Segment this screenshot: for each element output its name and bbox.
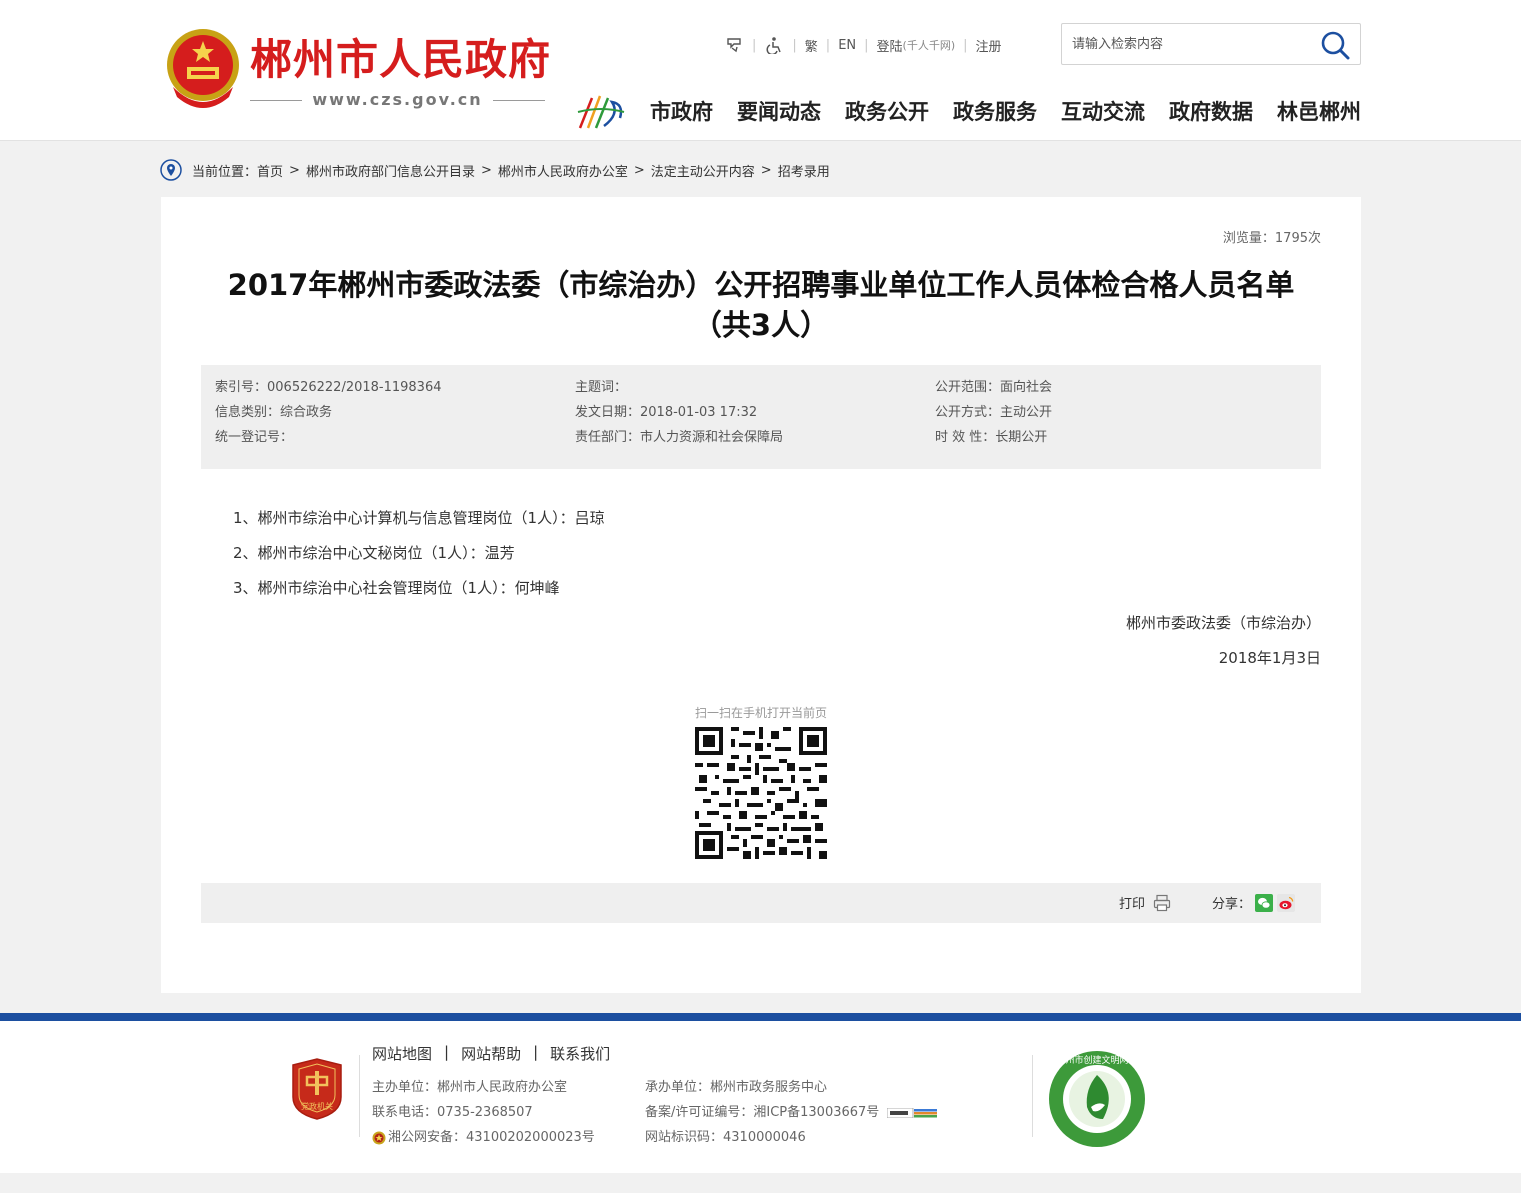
site-footer: 党政机关 网站地图 | 网站帮助 | 联系我们 主办单位：郴州市人民政府办公室 … bbox=[0, 1021, 1521, 1173]
meta-subject: 主题词： bbox=[575, 380, 628, 395]
list-item: 2、郴州市综治中心文秘岗位（1人）：温芳 bbox=[233, 544, 515, 562]
meta-validity: 时 效 性：长期公开 bbox=[935, 430, 1048, 445]
top-toolbar: | | 繁 | EN | 登陆 (千人千网) | 注册 bbox=[724, 34, 1002, 56]
footer-links: 网站地图 | 网站帮助 | 联系我们 bbox=[372, 1043, 610, 1064]
nav-item-interaction[interactable]: 互动交流 bbox=[1061, 96, 1145, 128]
login-note: (千人千网) bbox=[902, 39, 956, 52]
footer-link-separator: | bbox=[533, 1043, 539, 1061]
article-title: 2017年郴州市委政法委（市综治办）公开招聘事业单位工作人员体检合格人员名单 （… bbox=[201, 265, 1321, 345]
meta-info-category: 信息类别：综合政务 bbox=[215, 405, 333, 420]
wechat-icon[interactable] bbox=[1255, 893, 1273, 912]
nav-item-city-government[interactable]: 市政府 bbox=[650, 96, 713, 128]
nav-item-news[interactable]: 要闻动态 bbox=[737, 96, 821, 128]
breadcrumb-separator: > bbox=[633, 162, 645, 178]
meta-method: 公开方式：主动公开 bbox=[935, 405, 1053, 420]
article-title-line2: （共3人） bbox=[692, 308, 830, 342]
metadata-panel: 索引号：006526222/2018-1198364 信息类别：综合政务 统一登… bbox=[201, 365, 1321, 469]
signature-date: 2018年1月3日 bbox=[1218, 649, 1321, 667]
footer-info-right: 承办单位：郴州市政务服务中心 备案/许可证编号：湘ICP备13003667号 网… bbox=[645, 1075, 938, 1150]
article-body: 1、郴州市综治中心计算机与信息管理岗位（1人）：吕琼 2、郴州市综治中心文秘岗位… bbox=[233, 507, 605, 612]
breadcrumb: 当前位置： 首页 > 郴州市政府部门信息公开目录 > 郴州市人民政府办公室 > … bbox=[160, 158, 830, 182]
footer-divider bbox=[359, 1055, 360, 1137]
civilized-website-badge-icon[interactable]: 郴州市创建文明网站 bbox=[1047, 1049, 1147, 1149]
elder-mode-icon[interactable] bbox=[724, 35, 744, 55]
breadcrumb-separator: > bbox=[289, 162, 300, 178]
view-count: 浏览量：1795次 bbox=[1222, 231, 1321, 246]
meta-registration-no: 统一登记号： bbox=[215, 430, 294, 445]
nav-item-government-data[interactable]: 政府数据 bbox=[1169, 96, 1253, 128]
breadcrumb-separator: > bbox=[480, 162, 492, 178]
list-item: 1、郴州市综治中心计算机与信息管理岗位（1人）：吕琼 bbox=[233, 509, 605, 527]
main-nav: 市政府 要闻动态 政务公开 政务服务 互动交流 政府数据 林邑郴州 bbox=[650, 96, 1361, 128]
nav-item-government-services[interactable]: 政务服务 bbox=[953, 96, 1037, 128]
list-item: 3、郴州市综治中心社会管理岗位（1人）：何坤峰 bbox=[233, 579, 560, 597]
breadcrumb-office[interactable]: 郴州市人民政府办公室 bbox=[498, 161, 628, 180]
accessibility-icon[interactable] bbox=[764, 35, 784, 55]
footer-phone: 联系电话：0735-2368507 bbox=[372, 1105, 533, 1120]
breadcrumb-directory[interactable]: 郴州市政府部门信息公开目录 bbox=[306, 161, 475, 180]
footer-police[interactable]: 湘公网安备：43100202000023号 bbox=[388, 1125, 595, 1150]
signature-org: 郴州市委政法委（市综治办） bbox=[1125, 614, 1321, 632]
breadcrumb-label: 当前位置： bbox=[192, 164, 258, 180]
register-link[interactable]: 注册 bbox=[976, 36, 1002, 55]
breadcrumb-recruitment[interactable]: 招考录用 bbox=[778, 161, 830, 180]
cnzz-stat-icon[interactable] bbox=[887, 1107, 938, 1118]
share-bar: 打印 分享： bbox=[201, 883, 1321, 923]
nav-item-linyi-chenzhou[interactable]: 林邑郴州 bbox=[1277, 96, 1361, 128]
share-label: 分享： bbox=[1211, 897, 1251, 912]
police-emblem-icon bbox=[372, 1131, 386, 1144]
meta-index-no: 索引号：006526222/2018-1198364 bbox=[215, 380, 442, 395]
meta-department: 责任部门：市人力资源和社会保障局 bbox=[575, 430, 784, 445]
search-icon[interactable] bbox=[1320, 30, 1350, 60]
site-header: 郴州市人民政府 www.czs.gov.cn | | 繁 | EN | 登陆 (… bbox=[0, 0, 1521, 141]
badge-left-text: 党政机关 bbox=[301, 1101, 333, 1111]
footer-link-sitemap[interactable]: 网站地图 bbox=[372, 1043, 432, 1064]
article-title-line1: 2017年郴州市委政法委（市综治办）公开招聘事业单位工作人员体检合格人员名单 bbox=[227, 268, 1295, 302]
site-title[interactable]: 郴州市人民政府 bbox=[250, 34, 551, 86]
qr-code-icon bbox=[695, 727, 827, 859]
badge-right-text: 郴州市创建文明网站 bbox=[1056, 1054, 1137, 1066]
meta-scope: 公开范围：面向社会 bbox=[935, 380, 1053, 395]
search-input[interactable] bbox=[1072, 34, 1312, 54]
english-link[interactable]: EN bbox=[838, 38, 856, 53]
search-box bbox=[1061, 23, 1361, 65]
footer-site-id: 网站标识码：4310000046 bbox=[645, 1130, 806, 1145]
share-group: 分享： bbox=[1212, 893, 1295, 912]
breadcrumb-home[interactable]: 首页 bbox=[257, 161, 283, 180]
footer-accent-bar bbox=[0, 1013, 1521, 1021]
article-signature: 郴州市委政法委（市综治办） 2018年1月3日 bbox=[1126, 612, 1321, 682]
location-pin-icon bbox=[160, 159, 182, 181]
article-card: 浏览量：1795次 2017年郴州市委政法委（市综治办）公开招聘事业单位工作人员… bbox=[161, 197, 1361, 993]
footer-link-contact[interactable]: 联系我们 bbox=[550, 1043, 610, 1064]
login-link[interactable]: 登陆 bbox=[877, 36, 903, 55]
footer-divider bbox=[1032, 1055, 1033, 1137]
breadcrumb-separator: > bbox=[760, 162, 772, 178]
nav-item-government-affairs-public[interactable]: 政务公开 bbox=[845, 96, 929, 128]
footer-icp[interactable]: 备案/许可证编号：湘ICP备13003667号 bbox=[645, 1100, 879, 1125]
print-label: 打印 bbox=[1118, 897, 1145, 912]
forest-city-logo-icon bbox=[577, 95, 625, 129]
footer-host: 主办单位：郴州市人民政府办公室 bbox=[372, 1080, 568, 1095]
national-emblem-icon bbox=[167, 29, 239, 108]
party-government-badge-icon[interactable]: 党政机关 bbox=[289, 1057, 345, 1121]
footer-link-separator: | bbox=[444, 1043, 450, 1061]
traditional-chinese-link[interactable]: 繁 bbox=[805, 36, 818, 55]
print-button[interactable]: 打印 bbox=[1119, 893, 1171, 912]
footer-info-left: 主办单位：郴州市人民政府办公室 联系电话：0735-2368507 湘公网安备：… bbox=[372, 1075, 595, 1150]
site-url: www.czs.gov.cn bbox=[312, 90, 483, 109]
printer-icon bbox=[1153, 894, 1171, 911]
qr-code-label: 扫一扫在手机打开当前页 bbox=[695, 706, 828, 720]
footer-link-help[interactable]: 网站帮助 bbox=[461, 1043, 521, 1064]
meta-issue-date: 发文日期：2018-01-03 17:32 bbox=[575, 405, 758, 420]
weibo-icon[interactable] bbox=[1277, 893, 1295, 912]
breadcrumb-statutory[interactable]: 法定主动公开内容 bbox=[651, 161, 755, 180]
page-bottom-band bbox=[0, 1173, 1521, 1193]
footer-operator: 承办单位：郴州市政务服务中心 bbox=[645, 1080, 828, 1095]
site-url-row: www.czs.gov.cn bbox=[250, 90, 545, 110]
